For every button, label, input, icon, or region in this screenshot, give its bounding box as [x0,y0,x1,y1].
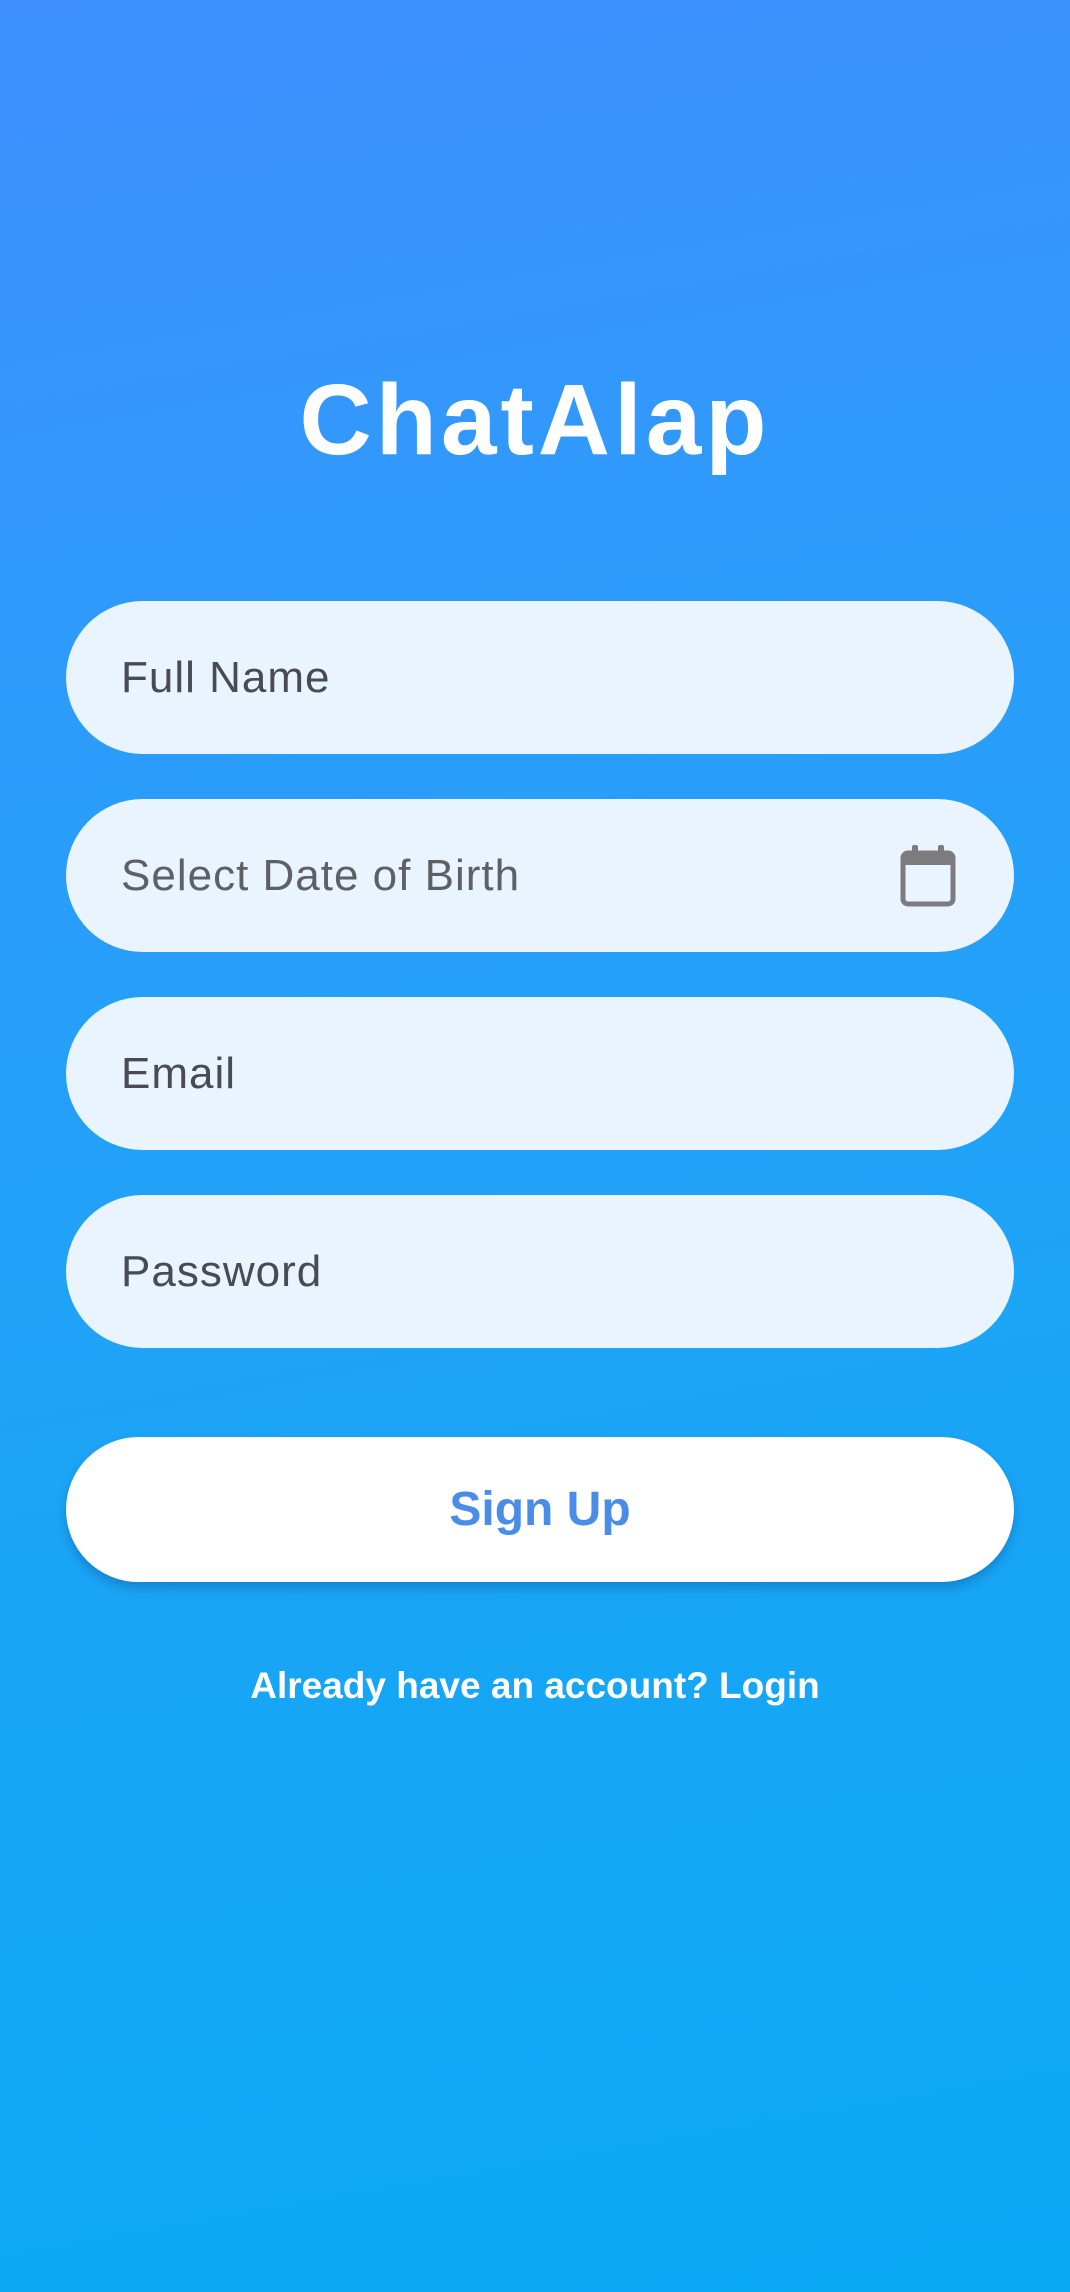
email-field[interactable]: Email [66,997,1014,1150]
calendar-icon[interactable] [900,845,956,907]
date-of-birth-field[interactable]: Select Date of Birth [66,799,1014,952]
full-name-field[interactable]: Full Name [66,601,1014,754]
full-name-placeholder: Full Name [121,652,331,702]
signup-button[interactable]: Sign Up [66,1437,1014,1582]
password-field[interactable]: Password [66,1195,1014,1348]
email-placeholder: Email [121,1048,237,1098]
date-of-birth-placeholder: Select Date of Birth [121,850,521,900]
signup-screen: ChatAlap Full Name Select Date of Birth … [0,0,1070,2292]
app-title: ChatAlap [299,364,771,476]
login-link[interactable]: Already have an account? Login [0,1665,1070,1707]
password-placeholder: Password [121,1246,323,1296]
